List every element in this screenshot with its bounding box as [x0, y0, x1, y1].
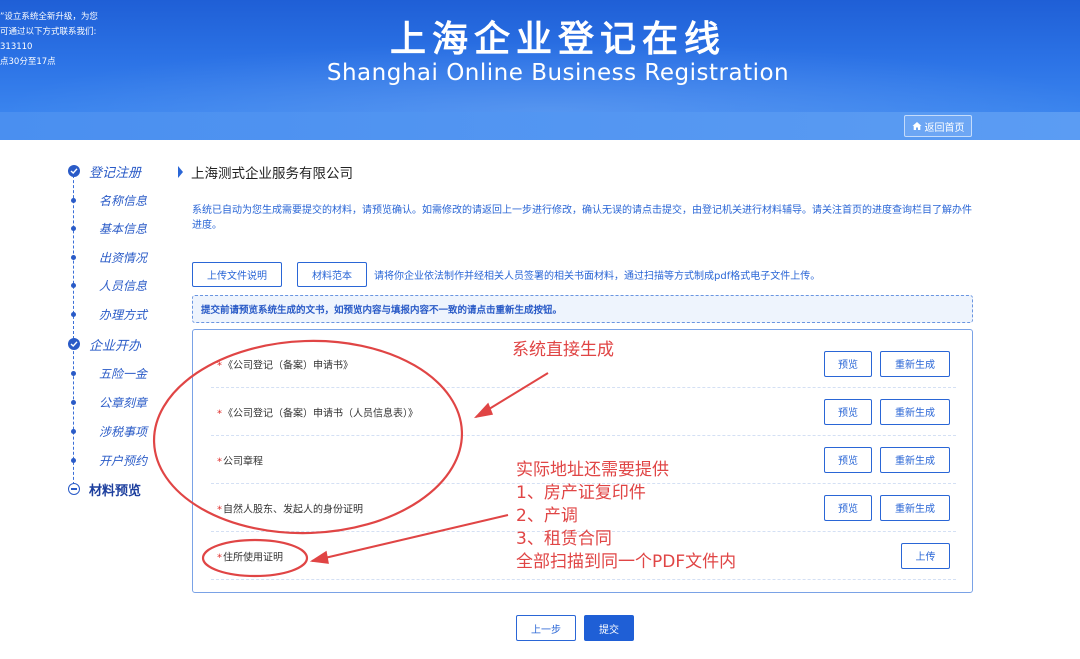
document-row: *《公司登记（备案）申请书（人员信息表）》 预览 重新生成	[211, 388, 956, 436]
sidebar-item-insurance[interactable]: 五险一金	[60, 362, 147, 384]
step-dot-icon	[71, 282, 76, 288]
annotation-line: 1、房产证复印件	[516, 483, 646, 503]
required-mark: *	[217, 408, 222, 419]
sidebar-item-label: 开户预约	[99, 453, 148, 468]
sidebar-item-name-info[interactable]: 名称信息	[60, 189, 147, 211]
check-icon	[68, 338, 80, 350]
regenerate-button[interactable]: 重新生成	[880, 350, 950, 377]
document-label: *公司章程	[217, 452, 263, 467]
sidebar-item-label: 名称信息	[99, 193, 148, 208]
sidebar-item-label: 企业开办	[89, 338, 142, 354]
document-label: *《公司登记（备案）申请书（人员信息表）》	[217, 404, 418, 419]
annotation-auto-generated: 系统直接生成	[512, 340, 614, 360]
home-button-label: 返回首页	[924, 122, 965, 134]
step-dot-icon	[71, 457, 76, 463]
sidebar-item-label: 公章刻章	[99, 395, 148, 410]
document-name: 自然人股东、发起人的身份证明	[223, 504, 363, 515]
step-dot-icon	[71, 370, 76, 376]
step-dot-icon	[71, 225, 76, 231]
company-name: 上海测式企业服务有限公司	[191, 166, 353, 182]
upload-button[interactable]: 上传	[901, 542, 950, 569]
sidebar-item-label: 人员信息	[99, 278, 148, 293]
sub-navbar: 返回首页	[0, 112, 1080, 140]
site-subtitle: Shanghai Online Business Registration	[326, 60, 790, 86]
document-name: 住所使用证明	[223, 552, 283, 563]
annotation-line: 全部扫描到同一个PDF文件内	[516, 552, 737, 572]
sidebar-item-capital[interactable]: 出资情况	[60, 246, 147, 268]
document-name: 公司章程	[223, 456, 263, 467]
required-mark: *	[217, 552, 222, 563]
preview-button[interactable]: 预览	[824, 446, 872, 473]
annotation-line: 3、租赁合同	[516, 529, 612, 549]
current-step-icon	[68, 483, 80, 495]
required-mark: *	[217, 504, 222, 515]
preview-button[interactable]: 预览	[824, 350, 872, 377]
sidebar-item-tax[interactable]: 涉税事项	[60, 420, 147, 442]
sidebar-item-registration[interactable]: 登记注册	[60, 160, 141, 182]
regenerate-button[interactable]: 重新生成	[880, 446, 950, 473]
instruction-notice: 系统已自动为您生成需要提交的材料，请预览确认。如需修改的请返回上一步进行修改，确…	[192, 205, 972, 231]
step-dot-icon	[71, 428, 76, 434]
sidebar-item-bank-account[interactable]: 开户预约	[60, 449, 147, 471]
sidebar-item-seal[interactable]: 公章刻章	[60, 391, 147, 413]
upload-hint: 请将你企业依法制作并经相关人员签署的相关书面材料，通过扫描等方式制成pdf格式电…	[374, 271, 821, 282]
annotation-address-requirements: 实际地址还需要提供 1、房产证复印件 2、产调 3、租赁合同 全部扫描到同一个P…	[516, 459, 736, 574]
required-mark: *	[217, 456, 222, 467]
sidebar-item-label: 出资情况	[99, 250, 148, 265]
sidebar-item-label: 涉税事项	[99, 424, 148, 439]
step-dot-icon	[71, 197, 76, 203]
prev-step-button[interactable]: 上一步	[516, 615, 576, 641]
sidebar-item-personnel[interactable]: 人员信息	[60, 274, 147, 296]
sidebar-item-material-preview[interactable]: 材料预览	[60, 478, 141, 500]
sidebar-item-business-opening[interactable]: 企业开办	[60, 333, 141, 355]
company-title: 上海测式企业服务有限公司	[178, 162, 353, 182]
progress-sidebar: 登记注册 名称信息 基本信息 出资情况 人员信息 办理方式 企业开办 五险一金 …	[60, 152, 170, 512]
document-label: *《公司登记（备案）申请书》	[217, 356, 353, 371]
preview-button[interactable]: 预览	[824, 494, 872, 521]
sidebar-item-basic-info[interactable]: 基本信息	[60, 217, 147, 239]
site-title: 上海企业登记在线	[389, 19, 726, 60]
upload-description-button[interactable]: 上传文件说明	[192, 262, 282, 287]
annotation-line: 实际地址还需要提供	[516, 460, 669, 480]
home-button[interactable]: 返回首页	[904, 115, 972, 137]
site-header: ”设立系统全新升级，为您 可通过以下方式联系我们: 313110 点30分至17…	[0, 0, 1080, 112]
submit-button[interactable]: 提交	[584, 615, 634, 641]
sidebar-item-processing-method[interactable]: 办理方式	[60, 303, 147, 325]
sidebar-item-label: 基本信息	[99, 221, 148, 236]
regenerate-button[interactable]: 重新生成	[880, 494, 950, 521]
document-name: 《公司登记（备案）申请书（人员信息表）》	[223, 408, 418, 419]
step-dot-icon	[71, 254, 76, 260]
document-name: 《公司登记（备案）申请书》	[223, 360, 353, 371]
step-dot-icon	[71, 311, 76, 317]
step-dot-icon	[71, 399, 76, 405]
title-marker-icon	[178, 166, 183, 178]
document-label: *自然人股东、发起人的身份证明	[217, 500, 363, 515]
sidebar-item-label: 五险一金	[99, 366, 148, 381]
sidebar-item-label: 登记注册	[89, 165, 142, 181]
home-icon	[912, 122, 921, 130]
check-icon	[68, 165, 80, 177]
required-mark: *	[217, 360, 222, 371]
warning-banner: 提交前请预览系统生成的文书，如预览内容与填报内容不一致的请点击重新生成按钮。	[192, 295, 973, 323]
material-sample-button[interactable]: 材料范本	[297, 262, 367, 287]
sidebar-item-label: 材料预览	[89, 483, 142, 499]
preview-button[interactable]: 预览	[824, 398, 872, 425]
sidebar-item-label: 办理方式	[99, 307, 148, 322]
document-label: *住所使用证明	[217, 548, 283, 563]
annotation-line: 2、产调	[516, 506, 578, 526]
regenerate-button[interactable]: 重新生成	[880, 398, 950, 425]
